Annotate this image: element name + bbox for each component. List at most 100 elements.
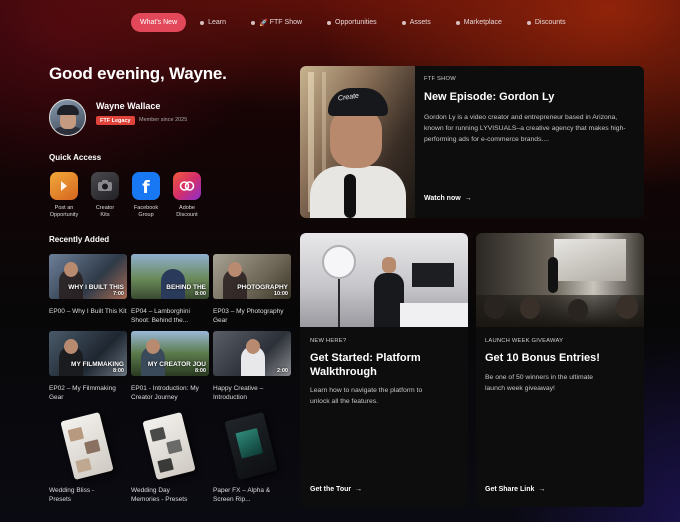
video-title: EP01 - Introduction: My Creator Journey [131, 385, 199, 402]
video-card[interactable]: 2:00 Happy Creative – Introduction [213, 331, 291, 403]
video-thumbnail: BEHIND THE 8:00 [131, 254, 209, 299]
preset-title: Screen Rip... [213, 496, 251, 504]
preset-title: Wedding Bliss - [49, 487, 95, 494]
video-thumbnail: MY CREATOR JOU 8:00 [131, 331, 209, 376]
preset-box-image [213, 412, 293, 480]
video-title: Happy Creative – Introduction [213, 385, 264, 402]
nav-label: Opportunities [335, 19, 377, 26]
video-duration: 2:00 [276, 368, 288, 374]
bullet-icon [200, 20, 205, 25]
qa-label: Opportunity [49, 212, 79, 219]
walkthrough-thumbnail [300, 233, 468, 327]
preset-card[interactable]: Paper FX – Alpha & Screen Rip... [213, 412, 293, 505]
qa-label: Facebook [133, 205, 159, 211]
video-card[interactable]: WHY I BUILT THIS 7:00 EP00 – Why I Built… [49, 254, 127, 316]
giveaway-card[interactable]: LAUNCH WEEK GIVEAWAY Get 10 Bonus Entrie… [476, 233, 644, 507]
video-duration: 8:00 [194, 291, 206, 297]
bullet-icon [455, 20, 460, 25]
card-title: Walkthrough [310, 366, 377, 379]
get-share-link[interactable]: Get Share Link → [485, 486, 545, 493]
get-started-card[interactable]: NEW HERE? Get Started: Platform Walkthrou… [300, 233, 468, 507]
avatar[interactable] [49, 99, 86, 136]
quick-access-adobe-discount[interactable]: Adobe Discount [170, 172, 204, 220]
arrow-right-icon: → [464, 195, 472, 202]
nav-label: FTF Show [269, 19, 303, 26]
quick-access-post-opportunity[interactable]: Post an Opportunity [47, 172, 81, 220]
video-duration: 10:00 [273, 291, 288, 297]
video-card[interactable]: MY FILMMAKING 8:00 EP02 – My Filmmaking … [49, 331, 127, 403]
arrow-right-icon: → [355, 486, 363, 493]
preset-card[interactable]: Wedding Bliss - Presets [49, 412, 129, 505]
video-thumbnail: 2:00 [213, 331, 291, 376]
adobe-cc-icon [173, 172, 201, 200]
user-name: Wayne Wallace [96, 101, 161, 111]
nav-label: Assets [409, 19, 431, 26]
member-since: Member since 2025 [139, 117, 188, 123]
preset-title: Presets [49, 496, 72, 504]
card-description: unlock all the features. [310, 398, 379, 405]
preset-title: Memories - Presets [131, 496, 188, 504]
watch-now-link[interactable]: Watch now → [424, 195, 472, 202]
nav-whats-new[interactable]: What's New [131, 13, 187, 32]
card-description: launch week giveaway! [485, 385, 555, 392]
qa-label: Discount [176, 212, 198, 219]
nav-label: Learn [208, 19, 227, 26]
quick-access-creator-kits[interactable]: Creator Kits [88, 172, 122, 220]
nav-assets[interactable]: Assets [401, 19, 431, 26]
link-label: Watch now [424, 195, 461, 202]
qa-label: Kits [100, 212, 110, 219]
facebook-icon: f [132, 172, 160, 200]
card-kicker: NEW HERE? [310, 338, 347, 344]
preset-box-image [49, 412, 129, 480]
qa-label: Adobe [179, 205, 195, 211]
opportunity-icon [50, 172, 78, 200]
preset-title: Wedding Day [131, 487, 170, 494]
featured-episode-card[interactable]: Create FTF SHOW New Episode: Gordon Ly G… [300, 66, 644, 218]
quick-access-facebook-group[interactable]: f Facebook Group [129, 172, 163, 220]
rocket-icon: 🚀 [259, 19, 268, 27]
link-label: Get Share Link [485, 486, 535, 493]
card-title: Get Started: Platform [310, 352, 421, 364]
card-description: Learn how to navigate the platform to [310, 387, 423, 394]
preset-box-image [131, 412, 211, 480]
video-title: EP00 – Why I Built This Kit [49, 308, 127, 315]
bullet-icon [327, 20, 332, 25]
camera-icon [91, 172, 119, 200]
video-card[interactable]: BEHIND THE 8:00 EP04 – Lamborghini Shoot… [131, 254, 209, 326]
card-title: Get 10 Bonus Entries! [485, 352, 600, 364]
qa-label: Post an [54, 205, 74, 211]
giveaway-thumbnail [476, 233, 644, 327]
qa-label: Creator [95, 205, 115, 211]
video-thumbnail: PHOTOGRAPHY 10:00 [213, 254, 291, 299]
preset-title: Paper FX – Alpha & [213, 487, 271, 494]
greeting-heading: Good evening, Wayne. [49, 64, 227, 83]
video-thumbnail: WHY I BUILT THIS 7:00 [49, 254, 127, 299]
video-title: EP02 – My Filmmaking Gear [49, 385, 116, 402]
get-the-tour-link[interactable]: Get the Tour → [310, 486, 362, 493]
bullet-icon [526, 20, 531, 25]
arrow-right-icon: → [538, 486, 546, 493]
nav-marketplace[interactable]: Marketplace [455, 19, 502, 26]
card-kicker: FTF SHOW [424, 76, 456, 82]
video-duration: 7:00 [112, 291, 124, 297]
bullet-icon [251, 20, 256, 25]
card-description: Be one of 50 winners in the ultimate [485, 374, 594, 381]
card-kicker: LAUNCH WEEK GIVEAWAY [485, 338, 564, 344]
nav-label: Marketplace [463, 19, 502, 26]
video-title: EP03 – My Photography Gear [213, 308, 284, 325]
nav-ftf-show[interactable]: 🚀 FTF Show [251, 19, 302, 27]
nav-discounts[interactable]: Discounts [526, 19, 566, 26]
nav-learn[interactable]: Learn [200, 19, 226, 26]
nav-opportunities[interactable]: Opportunities [327, 19, 377, 26]
quick-access-heading: Quick Access [49, 153, 102, 162]
video-card[interactable]: PHOTOGRAPHY 10:00 EP03 – My Photography … [213, 254, 291, 326]
preset-card[interactable]: Wedding Day Memories - Presets [131, 412, 211, 505]
video-duration: 8:00 [194, 368, 206, 374]
recently-added-heading: Recently Added [49, 235, 110, 244]
link-label: Get the Tour [310, 486, 352, 493]
video-duration: 8:00 [112, 368, 124, 374]
top-nav: What's New Learn 🚀 FTF Show Opportunities… [131, 13, 591, 32]
video-card[interactable]: MY CREATOR JOU 8:00 EP01 - Introduction:… [131, 331, 209, 403]
card-description: Gordon Ly is a video creator and entrepr… [424, 114, 626, 143]
card-title: New Episode: Gordon Ly [424, 91, 555, 103]
